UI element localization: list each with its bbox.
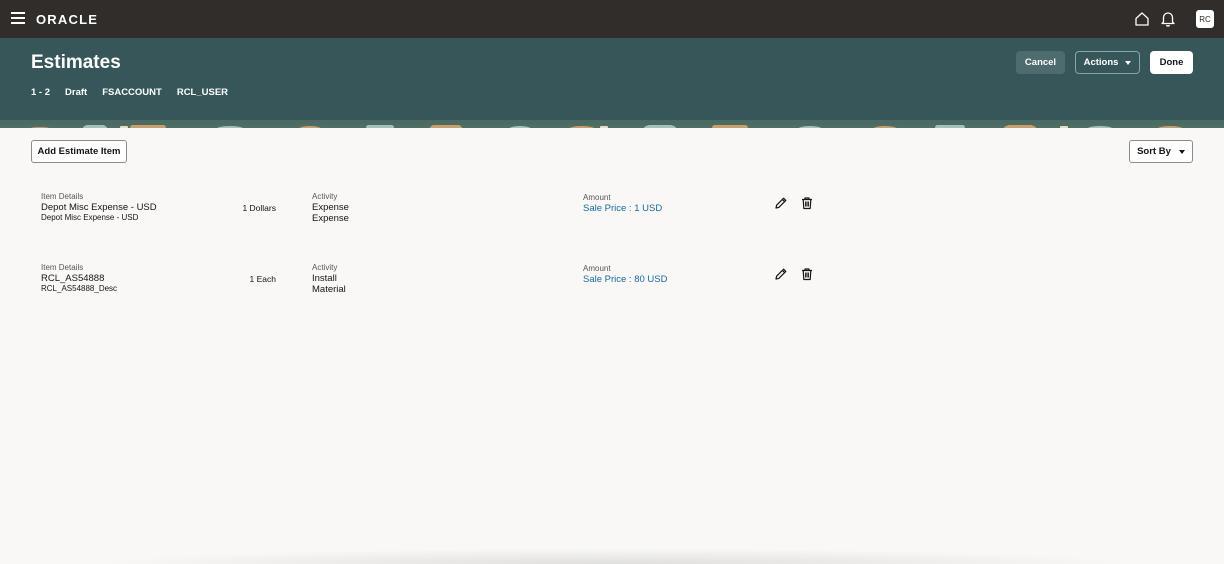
activity-value: Expense — [312, 202, 349, 213]
item-details-label: Item Details — [41, 192, 84, 201]
bottom-shadow — [90, 548, 1140, 564]
activity-type: Material — [312, 284, 346, 295]
activity-label: Activity — [312, 263, 338, 272]
caret-down-icon — [1178, 149, 1185, 154]
item-quantity: 1 Dollars — [242, 203, 276, 213]
item-description: Depot Misc Expense - USD — [41, 213, 139, 222]
activity-label: Activity — [312, 192, 338, 201]
oracle-logo: ORACLE — [36, 12, 99, 27]
status-label: Draft — [65, 87, 88, 98]
list-item[interactable]: Item Details Depot Misc Expense - USD De… — [0, 190, 1224, 240]
pattern-graphic — [0, 123, 1224, 128]
caret-down-icon — [1125, 60, 1132, 65]
avatar[interactable]: RC — [1196, 10, 1214, 28]
user-label: RCL_USER — [176, 87, 229, 98]
header-meta: 1 - 2 Draft FSACCOUNT RCL_USER — [31, 87, 228, 98]
account-label: FSACCOUNT — [102, 87, 162, 98]
sort-by-label: Sort By — [1137, 146, 1171, 157]
add-estimate-item-button[interactable]: Add Estimate Item — [31, 140, 127, 163]
actions-label: Actions — [1083, 57, 1119, 68]
record-range: 1 - 2 — [31, 87, 51, 98]
trash-icon[interactable] — [800, 196, 814, 210]
bell-icon[interactable] — [1160, 10, 1176, 27]
pencil-icon[interactable] — [774, 196, 788, 210]
sale-price-link[interactable]: Sale Price : 80 USD — [583, 274, 667, 285]
page-header: Estimates 1 - 2 Draft FSACCOUNT RCL_USER… — [0, 38, 1224, 122]
sort-by-button[interactable]: Sort By — [1129, 140, 1193, 163]
list-item[interactable]: Item Details RCL_AS54888 RCL_AS54888_Des… — [0, 261, 1224, 311]
pencil-icon[interactable] — [774, 267, 788, 281]
decorative-pattern — [0, 120, 1224, 128]
activity-value: Install — [312, 273, 337, 284]
item-name: RCL_AS54888 — [41, 273, 105, 284]
home-icon[interactable] — [1134, 11, 1150, 27]
item-quantity: 1 Each — [249, 274, 276, 284]
item-description: RCL_AS54888_Desc — [41, 284, 118, 293]
amount-label: Amount — [583, 193, 611, 202]
cancel-button[interactable]: Cancel — [1016, 51, 1065, 74]
actions-button[interactable]: Actions — [1075, 51, 1140, 74]
page-title: Estimates — [31, 52, 121, 73]
sale-price-link[interactable]: Sale Price : 1 USD — [583, 203, 662, 214]
amount-label: Amount — [583, 264, 611, 273]
top-bar: ORACLE RC — [0, 0, 1224, 38]
trash-icon[interactable] — [800, 267, 814, 281]
item-name: Depot Misc Expense - USD — [41, 202, 157, 213]
menu-icon[interactable] — [11, 12, 25, 24]
item-details-label: Item Details — [41, 263, 84, 272]
done-button[interactable]: Done — [1150, 51, 1193, 74]
activity-type: Expense — [312, 213, 349, 224]
